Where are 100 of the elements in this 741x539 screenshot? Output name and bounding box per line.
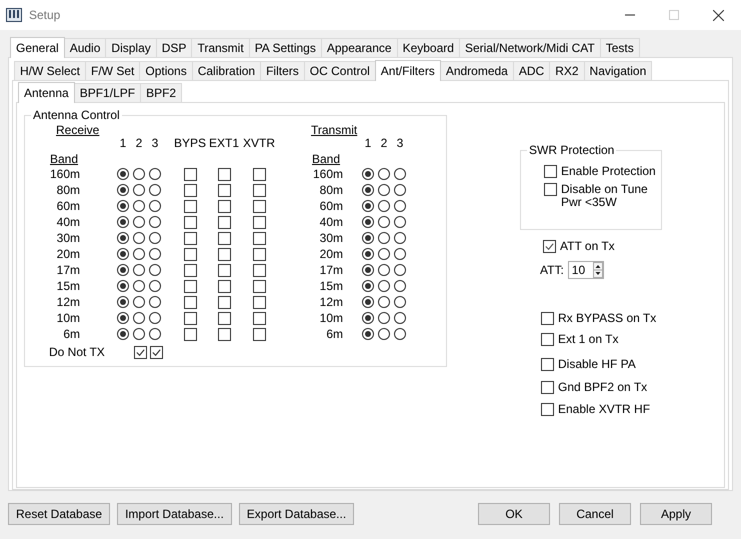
radio-button[interactable]	[394, 280, 406, 292]
radio-button[interactable]	[133, 168, 145, 180]
radio-button[interactable]	[378, 280, 390, 292]
radio-button[interactable]	[394, 328, 406, 340]
radio-button[interactable]	[149, 328, 161, 340]
database-button[interactable]: Reset Database	[8, 503, 110, 525]
checkbox[interactable]	[541, 358, 554, 371]
radio-button[interactable]	[149, 264, 161, 276]
radio-button[interactable]	[117, 216, 129, 228]
checkbox[interactable]	[134, 346, 147, 358]
sub-tab[interactable]: OC Control	[304, 61, 376, 80]
checkbox[interactable]	[184, 248, 196, 260]
database-button[interactable]: Import Database...	[117, 503, 232, 525]
checkbox[interactable]	[252, 168, 266, 180]
radio-button[interactable]	[394, 264, 406, 276]
checkbox[interactable]	[218, 184, 230, 196]
dialog-button[interactable]: Cancel	[559, 503, 631, 525]
radio-button[interactable]	[362, 168, 374, 180]
radio-button[interactable]	[149, 184, 161, 196]
checkbox[interactable]	[184, 168, 196, 180]
checkbox[interactable]	[252, 200, 266, 212]
checkbox[interactable]	[150, 346, 163, 358]
radio-button[interactable]	[133, 312, 145, 324]
radio-button[interactable]	[362, 248, 374, 260]
sub-tab[interactable]: Options	[139, 61, 193, 80]
checkbox[interactable]	[218, 168, 230, 180]
checkbox[interactable]	[544, 183, 557, 196]
checkbox[interactable]	[544, 165, 557, 178]
sub-tab[interactable]: RX2	[549, 61, 585, 80]
radio-button[interactable]	[378, 216, 390, 228]
sub-tab[interactable]: Filters	[260, 61, 305, 80]
radio-button[interactable]	[133, 200, 145, 212]
checkbox[interactable]	[218, 312, 230, 324]
checkbox[interactable]	[184, 312, 196, 324]
radio-button[interactable]	[394, 200, 406, 212]
checkbox[interactable]	[184, 328, 196, 340]
close-icon[interactable]	[713, 10, 724, 20]
radio-button[interactable]	[378, 232, 390, 244]
radio-button[interactable]	[133, 232, 145, 244]
radio-button[interactable]	[394, 168, 406, 180]
radio-button[interactable]	[117, 248, 129, 260]
radio-button[interactable]	[362, 264, 374, 276]
radio-button[interactable]	[149, 232, 161, 244]
checkbox[interactable]	[252, 296, 266, 308]
sub-tab[interactable]: F/W Set	[85, 61, 140, 80]
radio-button[interactable]	[394, 312, 406, 324]
radio-button[interactable]	[117, 264, 129, 276]
radio-button[interactable]	[149, 312, 161, 324]
radio-button[interactable]	[394, 184, 406, 196]
radio-button[interactable]	[117, 168, 129, 180]
checkbox[interactable]	[541, 403, 554, 416]
sub-tab[interactable]: Navigation	[584, 61, 652, 80]
radio-button[interactable]	[149, 248, 161, 260]
checkbox[interactable]	[184, 200, 196, 212]
sub-tab[interactable]: Andromeda	[440, 61, 514, 80]
sub-tab[interactable]: Calibration	[192, 61, 262, 80]
radio-button[interactable]	[362, 280, 374, 292]
radio-button[interactable]	[133, 264, 145, 276]
checkbox[interactable]	[218, 264, 230, 276]
checkbox[interactable]	[252, 184, 266, 196]
radio-button[interactable]	[149, 168, 161, 180]
database-button[interactable]: Export Database...	[238, 503, 354, 525]
checkbox[interactable]	[218, 280, 230, 292]
radio-button[interactable]	[378, 312, 390, 324]
main-tab[interactable]: PA Settings	[248, 38, 322, 57]
inner-tab[interactable]: Antenna	[18, 82, 75, 103]
checkbox[interactable]	[252, 312, 266, 324]
main-tab[interactable]: General	[10, 37, 65, 58]
checkbox[interactable]	[252, 248, 266, 260]
radio-button[interactable]	[362, 328, 374, 340]
radio-button[interactable]	[394, 248, 406, 260]
radio-button[interactable]	[133, 328, 145, 340]
checkbox[interactable]	[218, 232, 230, 244]
radio-button[interactable]	[378, 328, 390, 340]
main-tab[interactable]: Tests	[600, 38, 640, 57]
radio-button[interactable]	[362, 216, 374, 228]
radio-button[interactable]	[117, 328, 129, 340]
checkbox[interactable]	[541, 381, 554, 394]
radio-button[interactable]	[362, 184, 374, 196]
checkbox[interactable]	[543, 240, 556, 253]
checkbox[interactable]	[218, 216, 230, 228]
checkbox[interactable]	[184, 264, 196, 276]
spin-field[interactable]: 10	[568, 261, 604, 279]
radio-button[interactable]	[378, 296, 390, 308]
radio-button[interactable]	[133, 216, 145, 228]
radio-button[interactable]	[117, 184, 129, 196]
radio-button[interactable]	[133, 248, 145, 260]
radio-button[interactable]	[378, 200, 390, 212]
radio-button[interactable]	[362, 296, 374, 308]
checkbox[interactable]	[218, 200, 230, 212]
checkbox[interactable]	[218, 248, 230, 260]
checkbox[interactable]	[184, 232, 196, 244]
sub-tab[interactable]: Ant/Filters	[374, 60, 441, 81]
main-tab[interactable]: Keyboard	[396, 38, 460, 57]
checkbox[interactable]	[184, 280, 196, 292]
radio-button[interactable]	[394, 216, 406, 228]
radio-button[interactable]	[378, 184, 390, 196]
checkbox[interactable]	[218, 328, 230, 340]
radio-button[interactable]	[362, 312, 374, 324]
checkbox[interactable]	[184, 296, 196, 308]
